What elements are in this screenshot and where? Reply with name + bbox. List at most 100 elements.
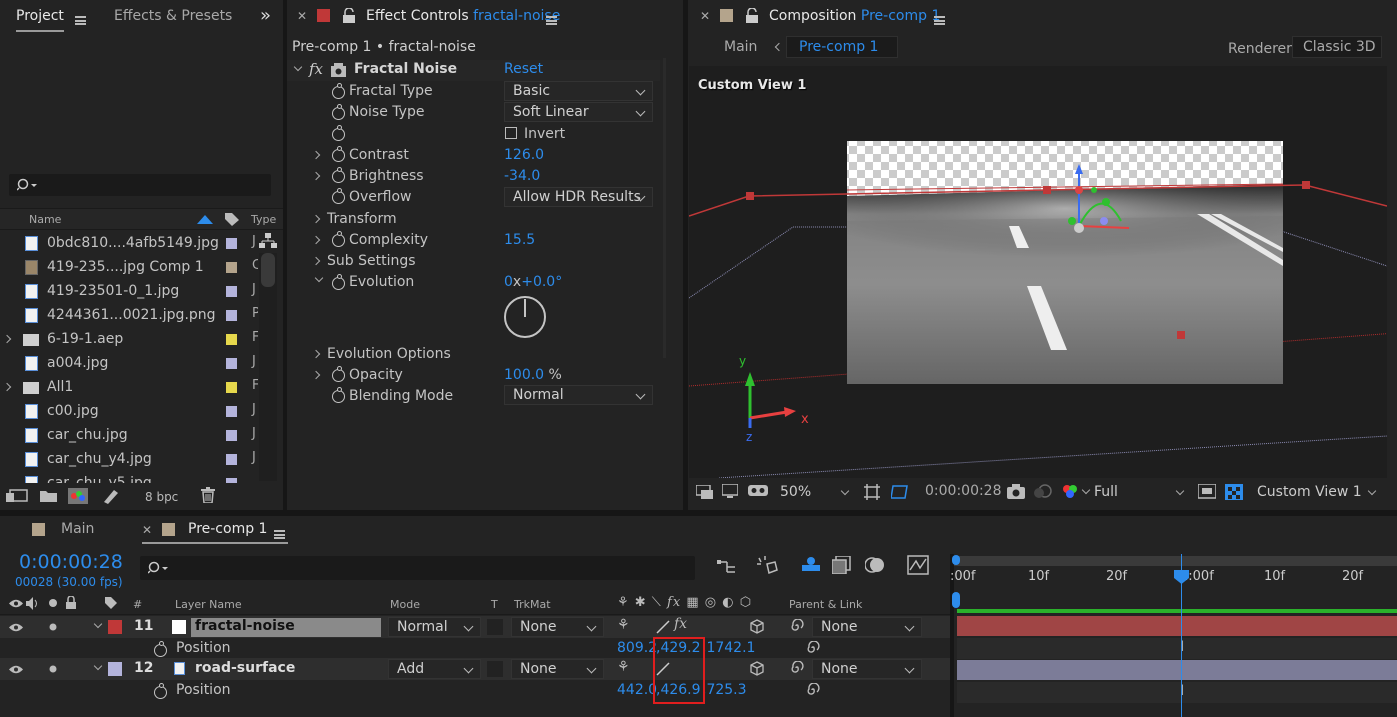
- contrast-value[interactable]: 126.0: [504, 147, 544, 163]
- expand-chevron-icon[interactable]: [311, 150, 321, 160]
- snapshot-camera-icon[interactable]: [1007, 484, 1025, 499]
- collapse-chevron-icon[interactable]: [293, 62, 303, 72]
- project-search-input[interactable]: [9, 174, 271, 196]
- property-row-position[interactable]: Position 442.0 ,426.9 ,725.3: [0, 680, 950, 701]
- vr-goggles-icon[interactable]: [748, 485, 768, 497]
- list-item[interactable]: c00.jpg: [0, 400, 258, 424]
- tab-effect-controls[interactable]: Effect Controls fractal-noise: [366, 8, 560, 24]
- expression-pick-whip-icon[interactable]: [806, 641, 820, 656]
- layer-mode-dropdown[interactable]: Normal: [388, 617, 481, 637]
- pick-whip-icon[interactable]: [790, 619, 804, 634]
- transparency-toggle-icon[interactable]: [1225, 484, 1243, 500]
- sort-ascending-icon[interactable]: [197, 215, 213, 224]
- layer-parent-dropdown[interactable]: None: [812, 617, 922, 637]
- project-scrollbar[interactable]: [259, 253, 277, 481]
- stopwatch-icon[interactable]: [332, 83, 345, 99]
- shy-switch-icon[interactable]: ⚘: [617, 659, 630, 675]
- video-eye-icon[interactable]: [9, 665, 23, 674]
- expand-chevron-icon[interactable]: [311, 171, 321, 181]
- list-item[interactable]: car_chu.jpg: [0, 424, 258, 448]
- breadcrumb-current[interactable]: Pre-comp 1: [786, 36, 898, 58]
- tab-project[interactable]: Project: [16, 8, 64, 24]
- position-x[interactable]: 809.2: [617, 640, 657, 656]
- overflow-dropdown[interactable]: Allow HDR Results: [504, 187, 653, 207]
- column-mode[interactable]: Mode: [390, 598, 420, 611]
- fx-icon[interactable]: fx: [309, 60, 323, 78]
- opacity-value[interactable]: 100.0 %: [504, 367, 562, 383]
- label-swatch[interactable]: [226, 262, 237, 273]
- show-snapshot-icon[interactable]: [1033, 484, 1053, 499]
- close-icon[interactable]: ✕: [142, 523, 152, 537]
- solo-circle-icon[interactable]: [48, 598, 58, 608]
- label-tag-icon[interactable]: [104, 596, 118, 609]
- collapse-chevron-icon[interactable]: [93, 619, 103, 629]
- layer-name[interactable]: road-surface: [195, 660, 295, 676]
- transparency-grid-icon[interactable]: [891, 484, 909, 500]
- lock-icon[interactable]: [746, 8, 758, 23]
- layer-mode-dropdown[interactable]: Add: [388, 659, 481, 679]
- 3d-layer-cube-icon[interactable]: [750, 619, 764, 634]
- scrollbar-thumb[interactable]: [261, 253, 275, 287]
- solo-circle-icon[interactable]: [49, 623, 57, 631]
- collapse-chevron-icon[interactable]: [93, 661, 103, 671]
- label-swatch[interactable]: [226, 286, 237, 297]
- flowchart-icon[interactable]: [259, 233, 277, 249]
- expand-chevron-icon[interactable]: [311, 235, 321, 245]
- stopwatch-icon[interactable]: [332, 387, 345, 403]
- param-group-sub-settings[interactable]: Sub Settings: [287, 250, 660, 271]
- hide-shy-layers-icon[interactable]: [800, 556, 822, 574]
- expand-chevron-icon[interactable]: [311, 370, 321, 380]
- layer-parent-dropdown[interactable]: None: [812, 659, 922, 679]
- video-eye-icon[interactable]: [9, 623, 23, 632]
- audio-speaker-icon[interactable]: [26, 597, 40, 610]
- column-name[interactable]: Name: [29, 213, 61, 226]
- param-group-transform[interactable]: Transform: [287, 208, 660, 229]
- position-z[interactable]: ,1742.1: [702, 640, 755, 656]
- work-area-bar[interactable]: [954, 556, 1397, 566]
- 3d-layer-cube-icon[interactable]: [750, 661, 764, 676]
- new-folder-icon[interactable]: [40, 489, 57, 502]
- fx-switch-icon[interactable]: fx: [674, 616, 687, 632]
- complexity-value[interactable]: 15.5: [504, 232, 535, 248]
- zoom-dropdown[interactable]: 50%: [774, 483, 856, 503]
- tab-composition[interactable]: Composition Pre-comp 1: [769, 8, 940, 24]
- column-type[interactable]: Type: [251, 213, 276, 226]
- stopwatch-icon[interactable]: [332, 231, 345, 247]
- draft-3d-icon[interactable]: [757, 556, 779, 576]
- composition-menu-icon[interactable]: [934, 15, 945, 25]
- graph-editor-icon[interactable]: [907, 555, 929, 575]
- stopwatch-icon[interactable]: [332, 167, 345, 183]
- work-area-start-handle[interactable]: [952, 555, 960, 565]
- list-item[interactable]: All1: [0, 376, 258, 400]
- list-item[interactable]: 419-235....jpg Comp 1: [0, 256, 258, 280]
- layer-bar-fractal-noise[interactable]: [957, 616, 1397, 636]
- expand-chevron-icon[interactable]: [2, 382, 12, 392]
- bit-depth-button[interactable]: 8 bpc: [145, 490, 178, 504]
- view-dropdown[interactable]: Custom View 1: [1249, 483, 1381, 503]
- stopwatch-icon[interactable]: [154, 683, 167, 699]
- region-icon[interactable]: [1198, 484, 1216, 500]
- timeline-current-time[interactable]: 0:00:00:28: [19, 551, 123, 573]
- lock-icon[interactable]: [66, 596, 76, 609]
- renderer-button[interactable]: Classic 3D: [1292, 36, 1382, 58]
- label-swatch[interactable]: [226, 454, 237, 465]
- stopwatch-icon[interactable]: [332, 366, 345, 382]
- reset-button[interactable]: Reset: [504, 61, 543, 77]
- effect-row-fractal-noise[interactable]: fx Fractal Noise Reset: [287, 60, 660, 81]
- quality-slash-icon[interactable]: [655, 619, 671, 635]
- layer-trkmat-dropdown[interactable]: None: [511, 617, 604, 637]
- current-time-display[interactable]: 0:00:00:28: [925, 483, 1002, 499]
- stopwatch-icon[interactable]: [332, 125, 345, 141]
- list-item[interactable]: 419-23501-0_1.jpg: [0, 280, 258, 304]
- stopwatch-icon[interactable]: [332, 146, 345, 162]
- channel-rgb-icon[interactable]: [1061, 483, 1079, 499]
- position-x[interactable]: 442.0: [617, 682, 657, 698]
- breadcrumb-main[interactable]: Main: [724, 39, 757, 55]
- lock-icon[interactable]: [343, 8, 355, 23]
- label-swatch[interactable]: [226, 358, 237, 369]
- tab-timeline-precomp[interactable]: Pre-comp 1: [188, 521, 267, 537]
- expand-chevron-icon[interactable]: [311, 256, 321, 266]
- pick-whip-icon[interactable]: [790, 661, 804, 676]
- composition-viewport[interactable]: Custom View 1 y x z: [689, 66, 1387, 478]
- column-layer-name[interactable]: Layer Name: [175, 598, 242, 611]
